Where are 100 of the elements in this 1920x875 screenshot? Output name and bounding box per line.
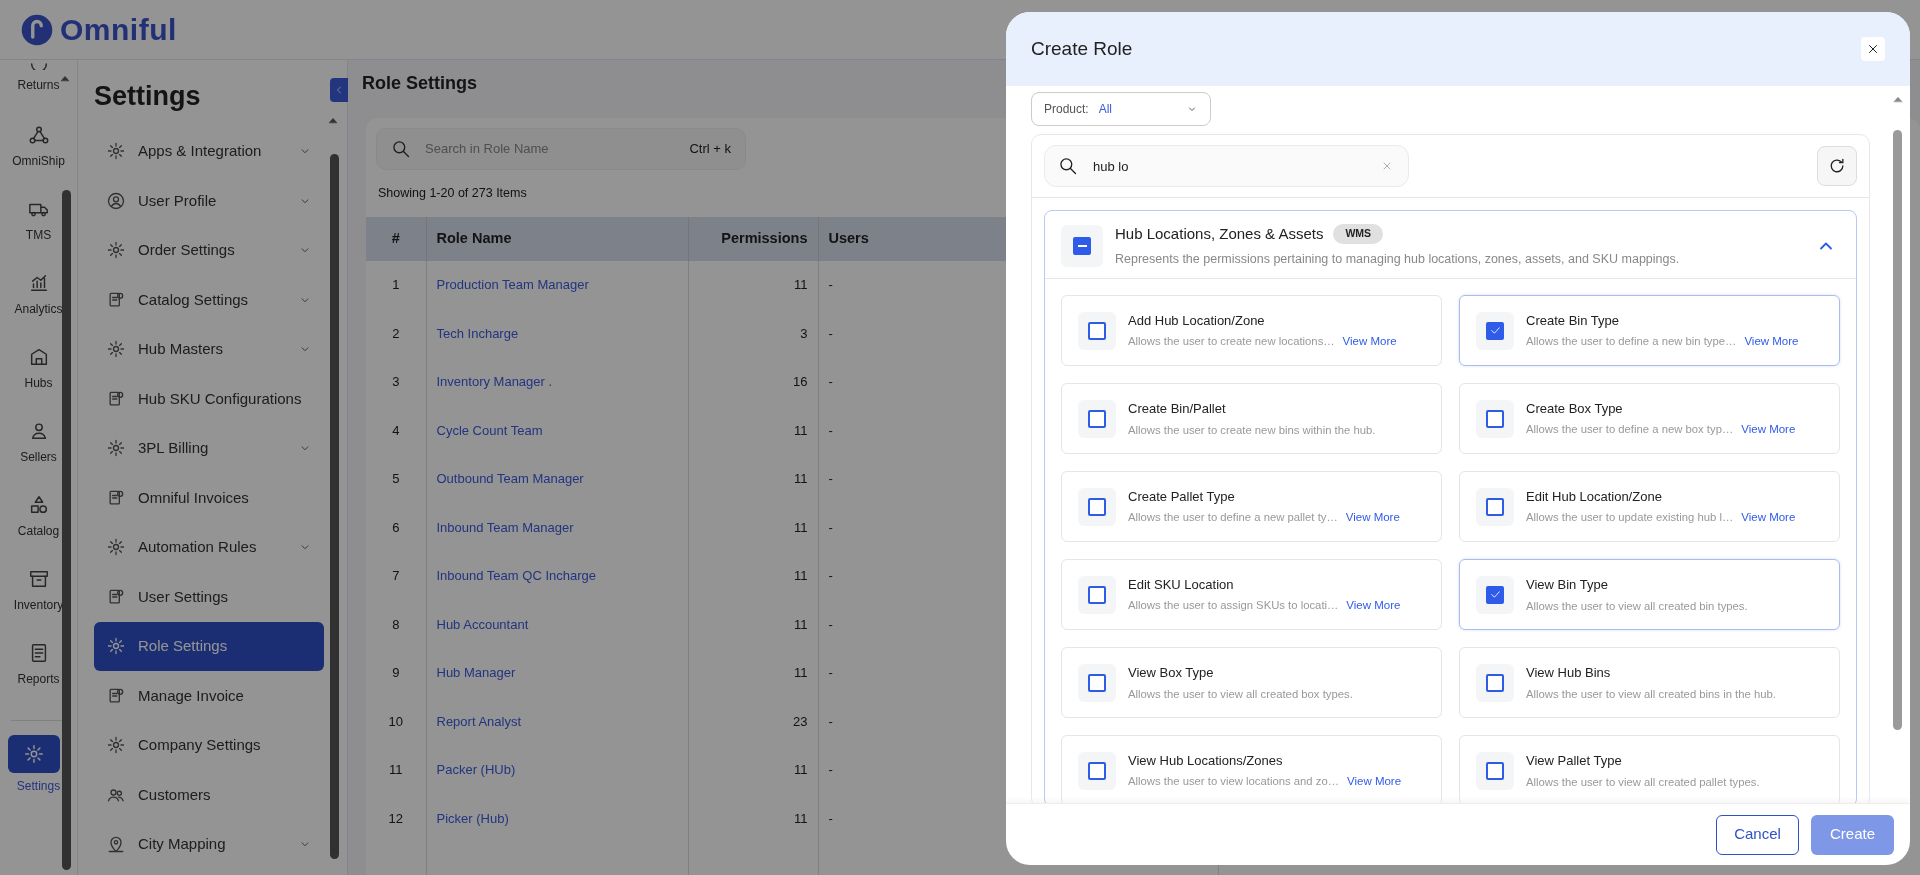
results-summary: Showing 1-20 of 273 Items — [377, 185, 528, 202]
nav-item[interactable]: Returns — [3, 60, 74, 124]
close-icon — [1866, 42, 1880, 56]
menu-item[interactable]: Apps & Integration — [94, 126, 324, 176]
view-more-link[interactable]: View More — [1744, 333, 1799, 351]
checkbox[interactable] — [1088, 585, 1106, 604]
table-cell: 5 — [392, 471, 400, 487]
nav-item[interactable]: OmniShip — [3, 124, 74, 198]
permission-description: Allows the user to define a new bin type… — [1526, 334, 1737, 350]
permission-description: Allows the user to update existing hub l… — [1526, 510, 1734, 526]
dialog-title: Create Role — [1031, 36, 1133, 61]
menu-item[interactable]: Hub SKU Configurations — [94, 374, 324, 424]
table-cell: 4 — [392, 422, 400, 438]
menu-item[interactable]: City Mapping — [94, 819, 324, 869]
product-dropdown[interactable]: Product: All — [1031, 92, 1211, 126]
product-tag: WMS — [1333, 224, 1384, 245]
role-link[interactable]: Cycle Count Team — [436, 422, 543, 438]
role-link[interactable]: Inbound Team QC Incharge — [436, 568, 596, 584]
permission-description: Allows the user to define a new box typ… — [1526, 422, 1734, 438]
table-cell: - — [828, 810, 833, 826]
role-link[interactable]: Packer (HUb) — [436, 762, 516, 778]
checkbox[interactable] — [1486, 321, 1504, 340]
table-cell: 9 — [392, 665, 400, 681]
menu-item[interactable]: User Settings — [94, 572, 324, 622]
checkbox[interactable] — [1073, 236, 1091, 255]
role-link[interactable]: Outbound Team Manager — [436, 471, 584, 487]
role-link[interactable]: Production Team Manager — [436, 277, 589, 293]
menu-item[interactable]: Role Settings — [94, 621, 324, 671]
scrollbar-thumb[interactable] — [1893, 130, 1902, 730]
menu-item[interactable]: User Profile — [94, 176, 324, 226]
permission-name: Create Bin/Pallet — [1128, 400, 1227, 419]
checkbox[interactable] — [1486, 761, 1504, 780]
checkbox[interactable] — [1088, 673, 1106, 692]
role-link[interactable]: Tech Incharge — [436, 325, 519, 341]
checkbox[interactable] — [1486, 497, 1504, 516]
nav-item[interactable]: Reports — [3, 642, 74, 716]
scrollbar-thumb[interactable] — [62, 190, 71, 870]
menu-item[interactable]: 3PL Billing — [94, 423, 324, 473]
checkbox[interactable] — [1088, 321, 1106, 340]
nav-item[interactable]: Sellers — [3, 420, 74, 494]
close-button[interactable] — [1861, 37, 1885, 61]
search-field[interactable]: Search in Role Name Ctrl + k — [376, 128, 746, 170]
checkbox[interactable] — [1088, 409, 1106, 428]
table-cell: 11 — [794, 277, 808, 293]
network-icon — [27, 124, 50, 146]
checkbox[interactable] — [1088, 497, 1106, 516]
nav-item[interactable]: Hubs — [3, 346, 74, 420]
checkbox[interactable] — [1088, 761, 1106, 780]
menu-item[interactable]: Hub Masters — [94, 324, 324, 374]
permission-name: Create Pallet Type — [1128, 487, 1236, 506]
checkbox[interactable] — [1486, 409, 1504, 428]
view-more-link[interactable]: View More — [1347, 773, 1402, 791]
column-header: Role Name — [426, 216, 688, 261]
menu-item[interactable]: Company Settings — [94, 720, 324, 770]
table-cell: - — [828, 277, 833, 293]
role-link[interactable]: Hub Accountant — [436, 616, 529, 632]
role-link[interactable]: Report Analyst — [436, 713, 522, 729]
column-header: # — [366, 216, 426, 261]
permission-name: Add Hub Location/Zone — [1128, 311, 1266, 330]
refresh-button[interactable] — [1817, 146, 1857, 186]
nav-item[interactable]: Inventory — [3, 568, 74, 642]
gear-icon — [106, 339, 126, 360]
map-pin-icon — [106, 834, 126, 855]
permission-description: Allows the user to view all created pallet types. — [1526, 774, 1760, 790]
table-cell: 11 — [794, 471, 808, 487]
cancel-button[interactable]: Cancel — [1716, 814, 1799, 855]
search-field[interactable]: hub lo — [1044, 145, 1409, 187]
menu-item[interactable]: Automation Rules — [94, 522, 324, 572]
menu-item[interactable]: Order Settings — [94, 225, 324, 275]
role-link[interactable]: Picker (Hub) — [436, 810, 509, 826]
nav-item[interactable]: Catalog — [3, 494, 74, 568]
scrollbar-thumb[interactable] — [330, 154, 339, 859]
table-cell: 11 — [794, 519, 808, 535]
nav-item[interactable]: Analytics — [3, 272, 74, 346]
search-icon — [1058, 156, 1078, 176]
role-link[interactable]: Inventory Manager . — [436, 374, 553, 390]
view-more-link[interactable]: View More — [1346, 597, 1401, 615]
checkbox[interactable] — [1486, 585, 1504, 604]
menu-item[interactable]: Omniful Invoices — [94, 473, 324, 523]
permission-name: View Hub Locations/Zones — [1128, 751, 1284, 770]
table-cell: - — [828, 422, 833, 438]
nav-item[interactable] — [7, 735, 60, 773]
nav-label[interactable]: Settings — [16, 777, 61, 795]
menu-item[interactable]: Customers — [94, 770, 324, 820]
settings-icon — [22, 743, 45, 765]
role-link[interactable]: Hub Manager — [436, 665, 516, 681]
checkbox[interactable] — [1486, 673, 1504, 692]
menu-item[interactable]: Manage Invoice — [94, 671, 324, 721]
view-more-link[interactable]: View More — [1345, 509, 1400, 527]
permission-description: Allows the user to view locations and zo… — [1128, 774, 1339, 790]
role-link[interactable]: Inbound Team Manager — [436, 519, 574, 535]
nav-item[interactable]: TMS — [3, 198, 74, 272]
column-header: Permissions — [688, 216, 818, 261]
panel-title: Settings — [93, 80, 201, 113]
menu-item[interactable]: Catalog Settings — [94, 275, 324, 325]
table-cell: 11 — [794, 810, 808, 826]
view-more-link[interactable]: View More — [1741, 421, 1796, 439]
permission-description: Allows the user to create new locations… — [1128, 334, 1335, 350]
view-more-link[interactable]: View More — [1741, 509, 1796, 527]
view-more-link[interactable]: View More — [1342, 333, 1397, 351]
